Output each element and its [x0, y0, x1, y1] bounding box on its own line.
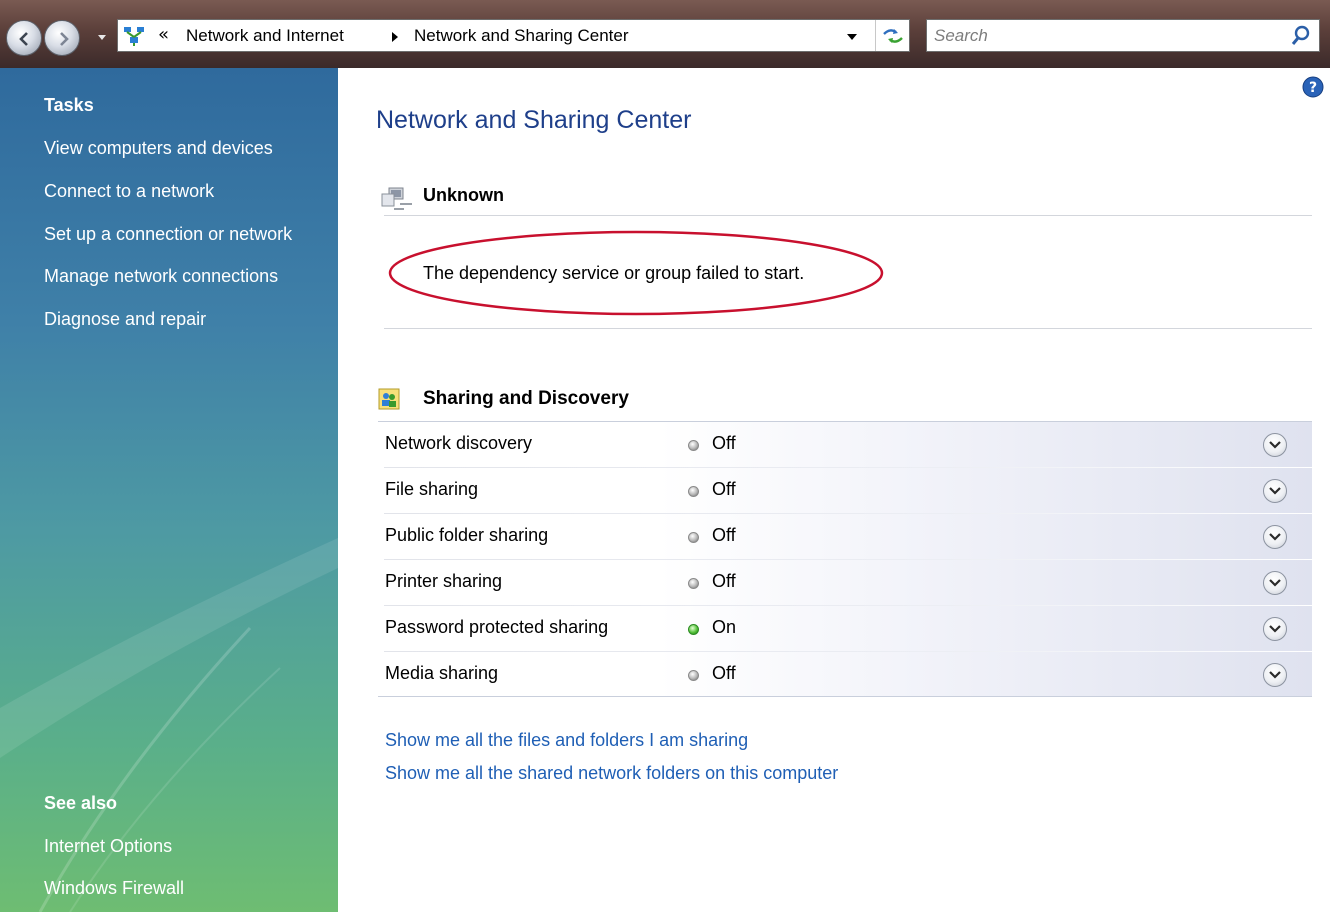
divider: [384, 215, 1312, 216]
page-title: Network and Sharing Center: [376, 106, 692, 134]
setting-label: File sharing: [385, 479, 479, 499]
forward-button[interactable]: [44, 20, 80, 56]
expand-media-sharing-button[interactable]: [1263, 663, 1287, 687]
task-connect-to-network[interactable]: Connect to a network: [44, 181, 214, 202]
setting-status: Off: [712, 433, 736, 453]
see-also-windows-firewall[interactable]: Windows Firewall: [44, 878, 184, 899]
chevron-down-icon: [1269, 441, 1281, 449]
expand-network-discovery-button[interactable]: [1263, 433, 1287, 457]
search-box[interactable]: [926, 19, 1320, 52]
link-show-files-and-folders-sharing[interactable]: Show me all the files and folders I am s…: [385, 730, 748, 751]
setting-label: Password protected sharing: [385, 617, 609, 637]
sharing-and-discovery-icon: [378, 388, 400, 410]
sharing-row-public-folder-sharing[interactable]: Public folder sharing Off: [378, 514, 1312, 560]
setting-label: Media sharing: [385, 663, 499, 683]
sharing-row-password-protected-sharing[interactable]: Password protected sharing On: [378, 606, 1312, 652]
breadcrumb-network-and-internet[interactable]: Network and Internet: [186, 26, 344, 46]
sharing-row-media-sharing[interactable]: Media sharing Off: [378, 652, 1312, 698]
setting-label: Printer sharing: [385, 571, 503, 591]
network-icon: [124, 27, 144, 46]
chevron-down-icon: [1269, 625, 1281, 633]
breadcrumb-separator-icon[interactable]: [390, 31, 400, 43]
unknown-network-icon: [381, 187, 412, 210]
divider: [384, 328, 1312, 329]
status-off-indicator-icon: [688, 440, 699, 451]
status-off-indicator-icon: [688, 578, 699, 589]
help-icon[interactable]: ?: [1302, 76, 1324, 98]
breadcrumb-network-and-sharing-center[interactable]: Network and Sharing Center: [414, 26, 629, 46]
status-off-indicator-icon: [688, 532, 699, 543]
see-also-internet-options[interactable]: Internet Options: [44, 836, 172, 857]
status-off-indicator-icon: [688, 670, 699, 681]
status-on-indicator-icon: [688, 624, 699, 635]
forward-arrow-icon: [60, 32, 69, 46]
search-icon[interactable]: [1291, 25, 1311, 47]
breadcrumb-overflow[interactable]: «: [158, 24, 169, 45]
address-dropdown-icon[interactable]: [846, 32, 858, 42]
address-box[interactable]: « Network and Internet Network and Shari…: [117, 19, 910, 52]
setting-label: Public folder sharing: [385, 525, 549, 545]
expand-public-folder-sharing-button[interactable]: [1263, 525, 1287, 549]
expand-file-sharing-button[interactable]: [1263, 479, 1287, 503]
chevron-down-icon: [1269, 487, 1281, 495]
setting-status: Off: [712, 663, 736, 683]
sharing-and-discovery-heading: Sharing and Discovery: [423, 388, 629, 409]
expand-password-protected-sharing-button[interactable]: [1263, 617, 1287, 641]
recent-pages-dropdown-icon[interactable]: [95, 30, 109, 44]
sharing-row-file-sharing[interactable]: File sharing Off: [378, 468, 1312, 514]
see-also-heading: See also: [44, 793, 118, 813]
setting-status: Off: [712, 525, 736, 545]
back-arrow-icon: [19, 32, 28, 46]
link-show-shared-network-folders[interactable]: Show me all the shared network folders o…: [385, 763, 838, 784]
task-set-up-connection[interactable]: Set up a connection or network: [44, 224, 292, 245]
task-pane: Tasks View computers and devices Connect…: [0, 68, 338, 912]
sharing-row-network-discovery[interactable]: Network discovery Off: [378, 422, 1312, 468]
refresh-button[interactable]: [875, 20, 910, 51]
task-diagnose-and-repair[interactable]: Diagnose and repair: [44, 309, 206, 330]
sharing-settings-table: Network discovery Off File sharing Off P…: [378, 421, 1312, 697]
chevron-down-icon: [1269, 671, 1281, 679]
network-name: Unknown: [423, 185, 504, 205]
setting-status: Off: [712, 479, 736, 499]
network-error-message: The dependency service or group failed t…: [423, 263, 805, 283]
address-toolbar: « Network and Internet Network and Shari…: [0, 0, 1330, 68]
back-button[interactable]: [6, 20, 42, 56]
chevron-down-icon: [1269, 533, 1281, 541]
tasks-heading: Tasks: [44, 95, 94, 115]
setting-label: Network discovery: [385, 433, 533, 453]
task-manage-network-connections[interactable]: Manage network connections: [44, 266, 278, 287]
expand-printer-sharing-button[interactable]: [1263, 571, 1287, 595]
svg-text:?: ?: [1309, 80, 1317, 96]
setting-status: Off: [712, 571, 736, 591]
setting-status: On: [712, 617, 737, 637]
task-view-computers-and-devices[interactable]: View computers and devices: [44, 138, 273, 159]
chevron-down-icon: [1269, 579, 1281, 587]
sharing-row-printer-sharing[interactable]: Printer sharing Off: [378, 560, 1312, 606]
search-input[interactable]: [927, 20, 1287, 51]
refresh-icon: [883, 29, 903, 43]
status-off-indicator-icon: [688, 486, 699, 497]
